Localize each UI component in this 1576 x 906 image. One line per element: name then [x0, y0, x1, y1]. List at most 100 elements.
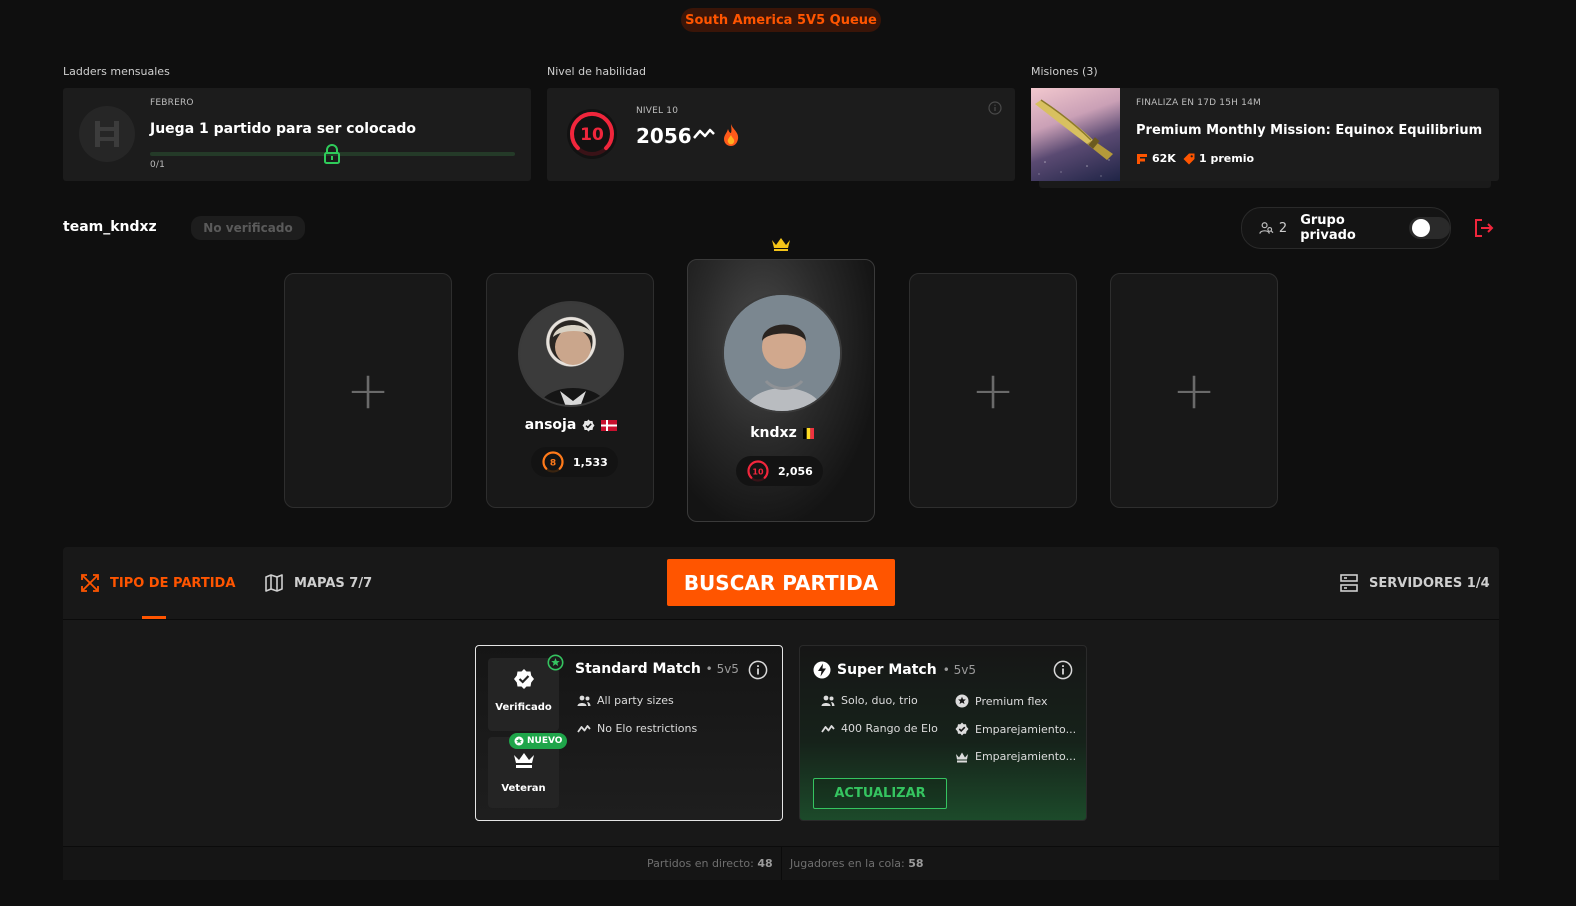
elo-trend-icon [577, 724, 591, 733]
ladder-objective: Juega 1 partido para ser colocado [150, 121, 417, 137]
live-matches-value: 48 [757, 857, 773, 870]
live-matches-stat: Partidos en directo: 48 [647, 857, 773, 870]
standard-feature-elo: No Elo restrictions [577, 722, 697, 735]
elo-trend-icon [692, 126, 716, 146]
party-search-icon [1259, 222, 1274, 234]
veteran-tile-label: Veteran [501, 783, 546, 794]
tab-match-type-label: TIPO DE PARTIDA [110, 575, 236, 591]
svg-text:8: 8 [550, 459, 556, 469]
queue-region-badge[interactable]: South America 5V5 Queue [681, 8, 881, 32]
standard-feature-party-sizes: All party sizes [577, 694, 674, 707]
player-elo: 2,056 [778, 464, 813, 478]
player-name: kndxz [750, 425, 797, 441]
reward-tag-icon [1183, 153, 1195, 164]
player-name-row: kndxz [688, 425, 876, 441]
empty-slot-4[interactable]: + [909, 273, 1077, 508]
party-icon [577, 695, 591, 706]
private-group-control[interactable]: 2 Grupo privado [1241, 207, 1451, 249]
player-avatar[interactable] [518, 301, 624, 407]
super-match-title: Super Match • 5v5 [813, 661, 976, 679]
tab-match-type[interactable]: TIPO DE PARTIDA [80, 573, 235, 593]
mission-points: 62K [1136, 152, 1176, 165]
match-type-icon [81, 574, 99, 592]
server-icon [1340, 574, 1358, 592]
info-icon[interactable] [748, 660, 768, 684]
player-card-ansoja[interactable]: ansoja 8 1,533 [486, 273, 654, 508]
super-match-card[interactable]: Super Match • 5v5 Solo, duo, trio 400 Ra… [799, 645, 1087, 821]
verified-badge-icon [513, 669, 534, 689]
new-badge-label: NUEVO [527, 736, 563, 746]
super-feature-matchmaking-veteran: Emparejamiento... [955, 750, 1076, 763]
private-group-label: Grupo privado [1300, 213, 1356, 243]
mission-ends: FINALIZA EN 17D 15H 14M [1136, 98, 1261, 108]
ladders-section-label: Ladders mensuales [63, 65, 170, 78]
missions-section-label: Misiones (3) [1031, 65, 1098, 78]
super-bolt-icon [813, 661, 831, 679]
players-in-queue-stat: Jugadores en la cola: 58 [790, 857, 924, 870]
upgrade-button[interactable]: ACTUALIZAR [813, 778, 947, 809]
mission-knife-image [1031, 88, 1120, 181]
skill-level-ring: 10 [567, 109, 617, 159]
info-icon[interactable] [1053, 660, 1073, 684]
verified-tile-label: Verificado [495, 702, 552, 713]
add-player-icon[interactable]: + [1111, 274, 1277, 507]
info-icon[interactable] [988, 100, 1002, 119]
super-feature-premium-flex: Premium flex [955, 694, 1047, 708]
super-feature-matchmaking-verified: Emparejamiento... [955, 722, 1076, 736]
footer-divider [781, 846, 782, 880]
players-in-queue-value: 58 [908, 857, 924, 870]
new-star-icon [514, 736, 524, 746]
verified-icon [955, 722, 969, 736]
lock-icon [323, 144, 341, 168]
add-player-icon[interactable]: + [285, 274, 451, 507]
standard-match-format: • 5v5 [705, 662, 739, 676]
party-leader-crown-icon [771, 236, 791, 256]
player-elo-chip: 10 2,056 [736, 456, 823, 486]
leave-party-icon[interactable] [1473, 217, 1495, 243]
map-icon [265, 574, 283, 592]
player-card-kndxz[interactable]: kndxz 10 2,056 [687, 259, 875, 522]
tab-servers[interactable]: SERVIDORES 1/4 [1339, 573, 1490, 593]
private-group-toggle[interactable] [1408, 217, 1450, 239]
crown-icon [956, 752, 968, 762]
super-match-format: • 5v5 [942, 663, 976, 677]
party-icon [821, 695, 835, 706]
skill-elo-value: 2056 [636, 124, 692, 148]
empty-slot-1[interactable]: + [284, 273, 452, 508]
svg-text:10: 10 [580, 125, 604, 145]
missions-card[interactable]: FINALIZA EN 17D 15H 14M Premium Monthly … [1031, 88, 1499, 181]
player-elo: 1,533 [573, 455, 608, 469]
ladder-h-icon [79, 106, 135, 162]
add-player-icon[interactable]: + [910, 274, 1076, 507]
mission-title: Premium Monthly Mission: Equinox Equilib… [1136, 123, 1483, 138]
skill-level-label: NIVEL 10 [636, 106, 679, 116]
selected-check-icon [547, 654, 564, 675]
tab-servers-label: SERVIDORES 1/4 [1369, 575, 1490, 591]
tab-maps[interactable]: MAPAS 7/7 [264, 573, 372, 593]
player-name: ansoja [524, 417, 577, 433]
flag-denmark-icon [601, 419, 618, 431]
tab-maps-label: MAPAS 7/7 [294, 575, 373, 591]
verification-status-badge: No verificado [191, 216, 305, 240]
veteran-crown-icon [513, 753, 534, 768]
standard-match-title: Standard Match • 5v5 [575, 661, 739, 677]
skill-card[interactable]: 10 NIVEL 10 2056 [547, 88, 1015, 181]
mission-reward-text: 1 premio [1199, 152, 1255, 165]
empty-slot-5[interactable]: + [1110, 273, 1278, 508]
active-tab-indicator [142, 616, 166, 619]
faceit-points-icon [1137, 153, 1147, 164]
standard-match-card[interactable]: Verificado Veteran NUEVO Standard Match … [475, 645, 783, 821]
verified-icon [582, 419, 595, 431]
ladder-month: FEBRERO [150, 98, 194, 108]
super-feature-elo-range: 400 Rango de Elo [821, 722, 938, 735]
level-8-ring-icon: 8 [542, 451, 564, 473]
mission-reward: 1 premio [1183, 152, 1254, 165]
player-avatar[interactable] [722, 293, 842, 413]
svg-text:10: 10 [752, 468, 764, 477]
find-match-button[interactable]: BUSCAR PARTIDA [667, 559, 895, 606]
premium-star-icon [955, 694, 969, 708]
ladder-progress-text: 0/1 [150, 160, 166, 170]
new-badge: NUEVO [509, 733, 568, 749]
tabbar-divider [63, 619, 1499, 620]
ladders-card[interactable]: FEBRERO Juega 1 partido para ser colocad… [63, 88, 531, 181]
